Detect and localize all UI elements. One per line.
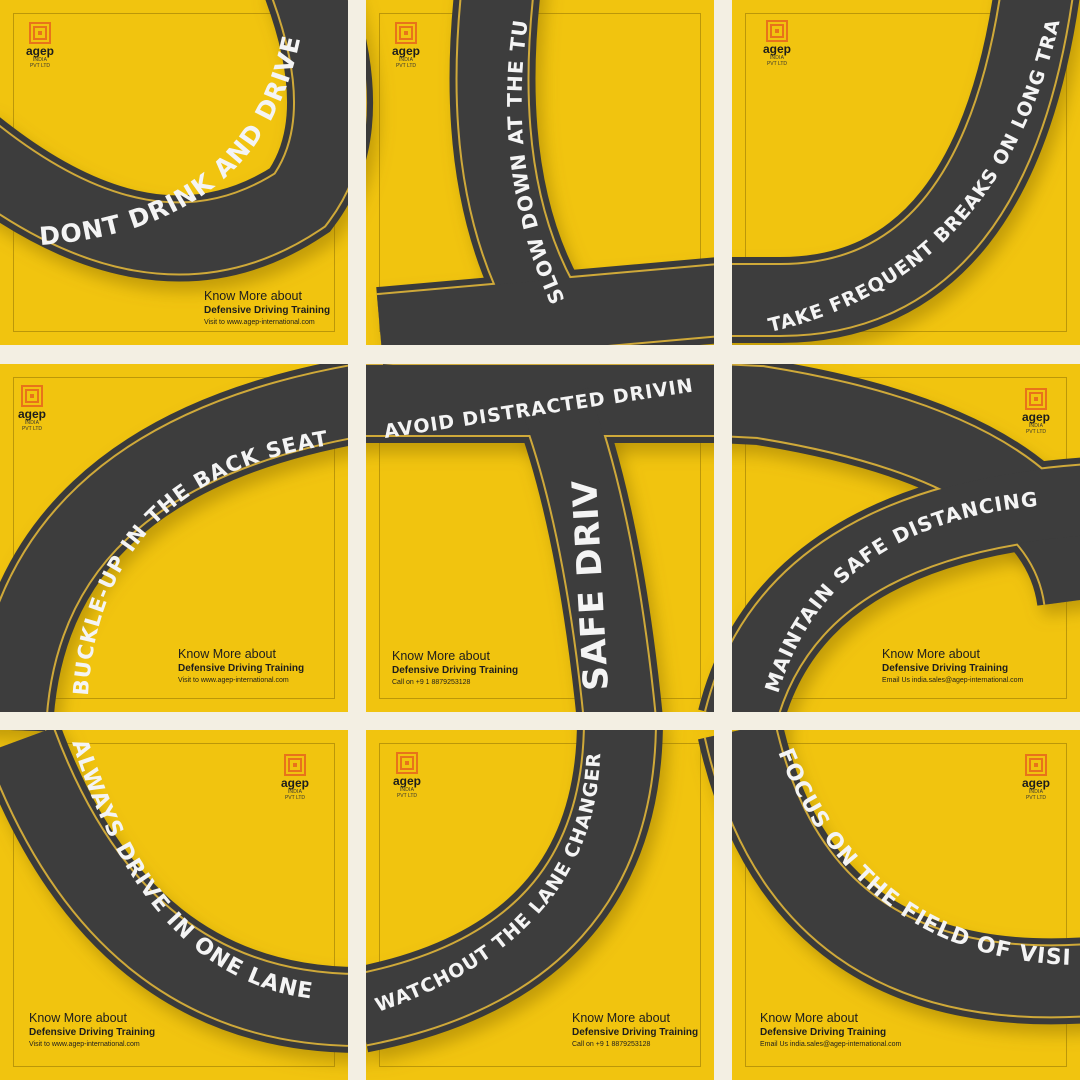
- agep-logo: agep INDIA PVT LTD: [384, 22, 428, 69]
- brand-line-2: PVT LTD: [21, 426, 43, 432]
- cta-course: Defensive Driving Training: [760, 1027, 887, 1038]
- agep-logo-mark-icon: [766, 20, 788, 42]
- brand-name: agep: [392, 774, 421, 788]
- cta-heading: Know More about: [572, 1011, 670, 1025]
- cta-block: Know More about Defensive Driving Traini…: [204, 289, 330, 329]
- cta-email[interactable]: Email Us india.sales@agep-international.…: [882, 675, 1023, 687]
- cta-website[interactable]: Visit to www.agep-international.com: [204, 317, 330, 329]
- agep-logo-mark-icon: [21, 385, 43, 407]
- cta-course: Defensive Driving Training: [178, 663, 305, 674]
- agep-logo-mark-icon: [1025, 388, 1047, 410]
- cta-block: Know More about Defensive Driving Traini…: [572, 1011, 698, 1051]
- agep-logo-mark-icon: [396, 752, 418, 774]
- agep-logo-mark-icon: [395, 22, 417, 44]
- agep-logo: agep INDIA PVT LTD: [1014, 388, 1058, 435]
- brand-name: agep: [17, 407, 46, 421]
- brand-line-2: PVT LTD: [1025, 795, 1047, 801]
- brand-line-2: PVT LTD: [395, 63, 417, 69]
- brand-line-2: PVT LTD: [396, 793, 418, 799]
- cta-course: Defensive Driving Training: [572, 1027, 699, 1038]
- cta-course: Defensive Driving Training: [882, 663, 1009, 674]
- cta-block: Know More about Defensive Driving Traini…: [882, 647, 1023, 687]
- brand-line-2: PVT LTD: [29, 63, 51, 69]
- brand-name: agep: [1021, 776, 1050, 790]
- agep-logo: agep INDIA PVT LTD: [18, 22, 62, 69]
- cta-course: Defensive Driving Training: [204, 305, 331, 316]
- cta-block: Know More about Defensive Driving Traini…: [29, 1011, 155, 1051]
- agep-logo: agep INDIA PVT LTD: [755, 20, 799, 67]
- cta-heading: Know More about: [204, 289, 302, 303]
- cta-block: Know More about Defensive Driving Traini…: [178, 647, 304, 687]
- cta-website[interactable]: Visit to www.agep-international.com: [29, 1039, 155, 1051]
- brand-line-2: PVT LTD: [766, 61, 788, 67]
- brand-name: agep: [280, 776, 309, 790]
- brand-line-2: PVT LTD: [1025, 429, 1047, 435]
- brand-name: agep: [25, 44, 54, 58]
- agep-logo: agep INDIA PVT LTD: [273, 754, 317, 801]
- agep-logo-mark-icon: [29, 22, 51, 44]
- cta-heading: Know More about: [882, 647, 980, 661]
- agep-logo-mark-icon: [1025, 754, 1047, 776]
- cta-course: Defensive Driving Training: [29, 1027, 156, 1038]
- cta-heading: Know More about: [760, 1011, 858, 1025]
- brand-name: agep: [391, 44, 420, 58]
- cta-heading: Know More about: [392, 649, 490, 663]
- cta-course: Defensive Driving Training: [392, 665, 519, 676]
- cta-block: Know More about Defensive Driving Traini…: [392, 649, 518, 689]
- cta-heading: Know More about: [178, 647, 276, 661]
- agep-logo: agep INDIA PVT LTD: [385, 752, 429, 799]
- agep-logo: agep INDIA PVT LTD: [10, 385, 54, 432]
- brand-name: agep: [762, 42, 791, 56]
- cta-heading: Know More about: [29, 1011, 127, 1025]
- cta-block: Know More about Defensive Driving Traini…: [760, 1011, 901, 1051]
- brand-line-2: PVT LTD: [284, 795, 306, 801]
- cta-phone[interactable]: Call on +9 1 8879253128: [392, 677, 518, 689]
- cta-website[interactable]: Visit to www.agep-international.com: [178, 675, 304, 687]
- agep-logo-mark-icon: [284, 754, 306, 776]
- brand-name: agep: [1021, 410, 1050, 424]
- cta-email[interactable]: Email Us india.sales@agep-international.…: [760, 1039, 901, 1051]
- cta-phone[interactable]: Call on +9 1 8879253128: [572, 1039, 698, 1051]
- agep-logo: agep INDIA PVT LTD: [1014, 754, 1058, 801]
